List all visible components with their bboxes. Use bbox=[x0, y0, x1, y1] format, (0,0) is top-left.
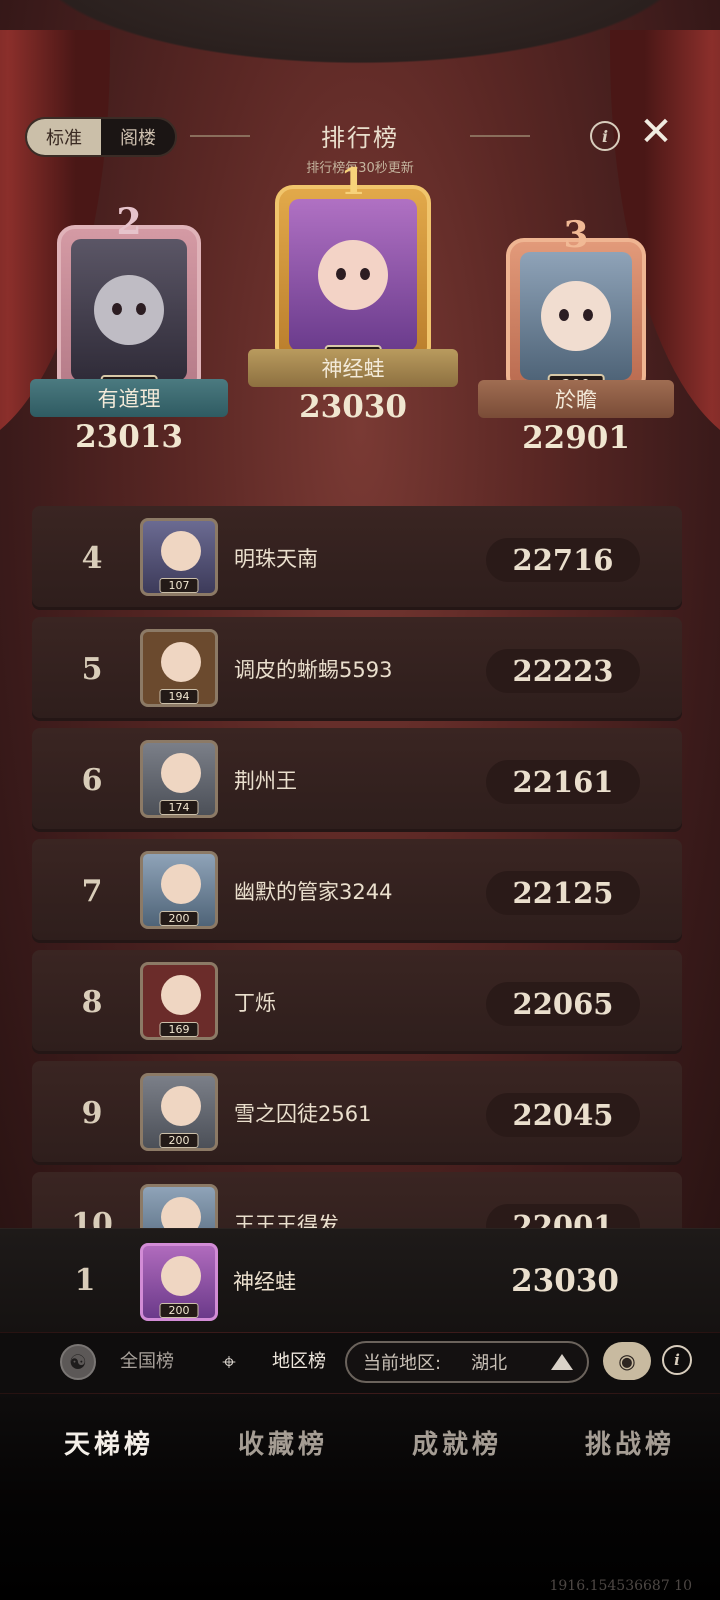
list-item[interactable]: 6 174 荆州王 22161 bbox=[32, 728, 682, 832]
leaderboard-stage: 标准 阁楼 排行榜 排行榜每30秒更新 i ✕ 2 200 有道理 23013 … bbox=[0, 0, 720, 1420]
my-rank-row[interactable]: 1 200 神经蛙 23030 bbox=[0, 1228, 720, 1332]
player-score: 23013 bbox=[75, 419, 183, 455]
region-bar: ☯ 全国榜 ⌖ 地区榜 当前地区: 湖北 ◉ i bbox=[0, 1333, 720, 1393]
player-name: 明珠天南 bbox=[234, 547, 318, 571]
level-badge: 200 bbox=[159, 911, 199, 926]
map-pin-icon[interactable]: ⌖ bbox=[212, 1345, 246, 1379]
player-score: 22901 bbox=[522, 420, 630, 456]
tab-achievement[interactable]: 成就榜 bbox=[412, 1424, 502, 1461]
close-icon[interactable]: ✕ bbox=[636, 112, 676, 152]
coordinate-readout: 1916.154536687 10 bbox=[549, 1578, 692, 1594]
bottom-tab-bar: 天梯榜 收藏榜 成就榜 挑战榜 1916.154536687 10 bbox=[0, 1394, 720, 1600]
row-rank: 6 bbox=[81, 762, 103, 798]
player-score: 23030 bbox=[511, 1262, 619, 1299]
player-score: 23030 bbox=[299, 389, 407, 425]
tab-collection[interactable]: 收藏榜 bbox=[238, 1424, 328, 1461]
name-ribbon: 有道理 bbox=[30, 379, 228, 417]
list-item[interactable]: 9 200 雪之囚徒2561 22045 bbox=[32, 1061, 682, 1165]
name-ribbon: 神经蛙 bbox=[248, 349, 458, 387]
podium-rank: 2 bbox=[116, 201, 142, 243]
name-ribbon: 於瞻 bbox=[478, 380, 674, 418]
player-score: 22125 bbox=[486, 871, 640, 915]
region-label: 当前地区: bbox=[363, 1353, 442, 1374]
avatar: 200 bbox=[140, 851, 218, 929]
player-score: 22716 bbox=[486, 538, 640, 582]
region-selector[interactable]: 当前地区: 湖北 bbox=[345, 1341, 589, 1383]
globe-icon[interactable]: ☯ bbox=[60, 1344, 96, 1380]
avatar: 169 bbox=[140, 962, 218, 1040]
player-name: 神经蛙 bbox=[233, 1269, 296, 1294]
locate-icon[interactable]: ◉ bbox=[603, 1342, 651, 1380]
mode-attic[interactable]: 阁楼 bbox=[101, 119, 175, 155]
row-rank: 9 bbox=[81, 1095, 103, 1131]
player-name: 雪之囚徒2561 bbox=[234, 1102, 372, 1126]
level-badge: 200 bbox=[159, 1133, 199, 1148]
list-item[interactable]: 7 200 幽默的管家3244 22125 bbox=[32, 839, 682, 943]
level-badge: 174 bbox=[159, 800, 199, 815]
avatar bbox=[71, 239, 187, 381]
player-score: 22065 bbox=[486, 982, 640, 1026]
ranking-list[interactable]: 4 107 明珠天南 22716 5 194 调皮的蜥蜴5593 22223 6… bbox=[32, 506, 682, 1283]
podium-second[interactable]: 2 200 有道理 23013 bbox=[30, 201, 228, 455]
avatar-frame: 1 200 bbox=[275, 161, 431, 367]
player-name: 调皮的蜥蜴5593 bbox=[234, 658, 393, 682]
player-name: 有道理 bbox=[97, 387, 161, 411]
avatar-frame: 3 200 bbox=[506, 214, 646, 396]
list-item[interactable]: 5 194 调皮的蜥蜴5593 22223 bbox=[32, 617, 682, 721]
info-icon[interactable]: i bbox=[662, 1345, 692, 1375]
level-badge: 107 bbox=[159, 578, 199, 593]
podium-third[interactable]: 3 200 於瞻 22901 bbox=[478, 214, 674, 456]
tab-national[interactable]: 全国榜 bbox=[120, 1347, 174, 1373]
tab-challenge[interactable]: 挑战榜 bbox=[585, 1424, 675, 1461]
player-score: 22161 bbox=[486, 760, 640, 804]
level-badge: 169 bbox=[159, 1022, 199, 1037]
region-value: 湖北 bbox=[471, 1353, 508, 1374]
row-rank: 1 bbox=[74, 1263, 96, 1298]
info-icon[interactable]: i bbox=[590, 121, 620, 151]
avatar: 200 bbox=[140, 1243, 218, 1321]
level-badge: 200 bbox=[159, 1303, 199, 1318]
avatar: 200 bbox=[140, 1073, 218, 1151]
avatar: 107 bbox=[140, 518, 218, 596]
podium-first[interactable]: 1 200 神经蛙 23030 bbox=[248, 161, 458, 425]
player-name: 丁烁 bbox=[234, 991, 276, 1015]
row-rank: 8 bbox=[81, 984, 103, 1020]
player-score: 22223 bbox=[486, 649, 640, 693]
avatar: 194 bbox=[140, 629, 218, 707]
level-badge: 194 bbox=[159, 689, 199, 704]
row-rank: 4 bbox=[81, 540, 103, 576]
mode-toggle[interactable]: 标准 阁楼 bbox=[25, 117, 177, 157]
list-item[interactable]: 8 169 丁烁 22065 bbox=[32, 950, 682, 1054]
tab-ladder[interactable]: 天梯榜 bbox=[64, 1424, 154, 1461]
row-rank: 7 bbox=[81, 873, 103, 909]
player-name: 神经蛙 bbox=[321, 357, 385, 381]
podium-rank: 1 bbox=[340, 161, 366, 203]
podium-rank: 3 bbox=[563, 214, 589, 256]
player-name: 荆州王 bbox=[234, 769, 297, 793]
player-name: 幽默的管家3244 bbox=[234, 880, 393, 904]
triangle-up-icon bbox=[551, 1354, 573, 1370]
avatar bbox=[289, 199, 417, 351]
player-score: 22045 bbox=[486, 1093, 640, 1137]
tab-region[interactable]: 地区榜 bbox=[272, 1347, 326, 1373]
mode-standard[interactable]: 标准 bbox=[27, 119, 101, 155]
row-rank: 5 bbox=[81, 651, 103, 687]
avatar: 174 bbox=[140, 740, 218, 818]
avatar-frame: 2 200 bbox=[57, 201, 201, 397]
list-item[interactable]: 4 107 明珠天南 22716 bbox=[32, 506, 682, 610]
player-name: 於瞻 bbox=[555, 388, 597, 412]
page-title: 排行榜 bbox=[321, 124, 399, 152]
avatar bbox=[520, 252, 632, 380]
